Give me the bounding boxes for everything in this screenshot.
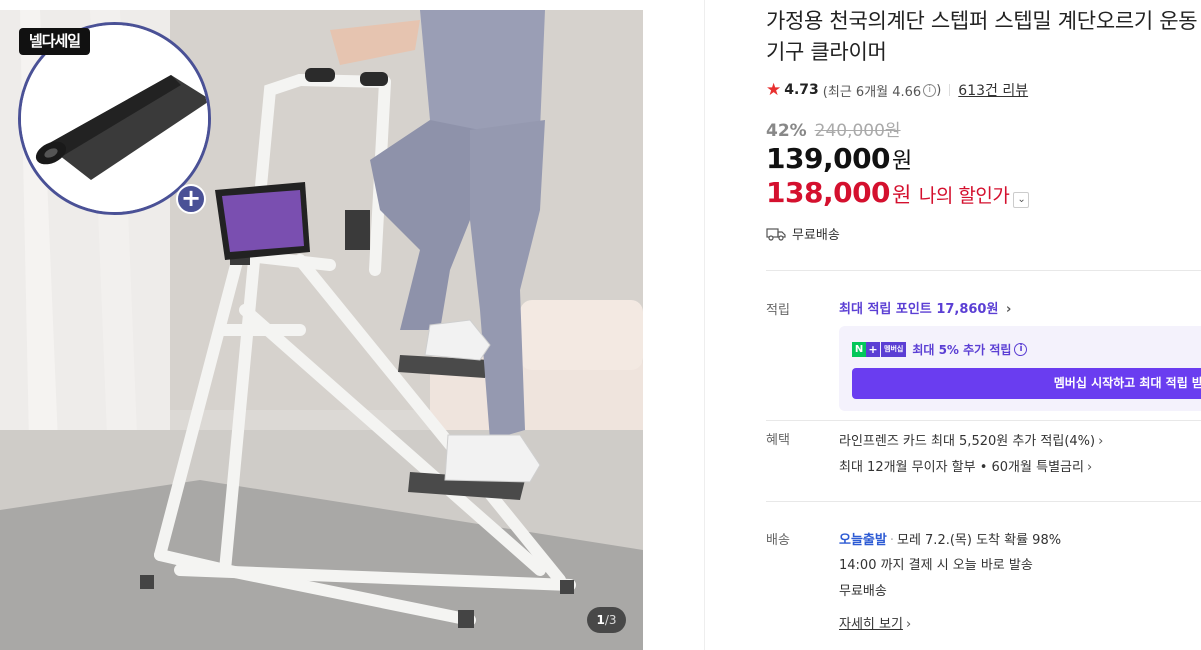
benefits-label: 혜택: [766, 433, 790, 448]
plus-icon[interactable]: +: [176, 184, 206, 214]
section-divider: [766, 501, 1201, 502]
membership-line: N + 멤버십 최대 5% 추가 적립 i: [852, 341, 1028, 358]
original-price: 240,000원: [814, 121, 901, 141]
separator: [949, 84, 951, 96]
recent-rating: (최근 6개월 4.66: [822, 84, 922, 100]
image-counter: 1/3: [587, 607, 626, 633]
sale-unit: 원: [892, 183, 911, 207]
max-point-text: 최대 적립 포인트: [839, 302, 932, 317]
detail-link-text: 자세히 보기: [839, 617, 903, 632]
today-dispatch-badge: 오늘출발: [839, 533, 887, 548]
chevron-right-icon: ›: [905, 617, 912, 632]
arrival-text: 모레 7.2.(목) 도착 확률 98%: [896, 533, 1062, 548]
price: 139,000: [766, 142, 891, 175]
sale-price: 138,000: [766, 176, 891, 209]
max-point-amount: 17,860원: [936, 302, 999, 317]
star-icon: ★: [766, 80, 782, 100]
counter-current: 1: [596, 613, 605, 627]
badge-text: 멤버십: [881, 342, 907, 357]
member-extra-text: 최대 5% 추가 적립: [912, 343, 1012, 357]
my-discount-price-row[interactable]: 138,000 원 나의 할인가 ⌄: [766, 176, 1030, 209]
panel-divider: [704, 0, 705, 650]
chevron-down-icon[interactable]: ⌄: [1013, 192, 1030, 208]
installment-link[interactable]: 최대 12개월 무이자 할부 • 60개월 특별금리 ›: [839, 456, 1092, 475]
rating-row: ★ 4.73 (최근 6개월 4.66 i ) 613건 리뷰: [766, 80, 1028, 100]
shipping-text: 무료배송: [792, 228, 840, 243]
info-icon[interactable]: i: [923, 83, 937, 97]
product-info-panel: 가정용 천국의계단 스텝퍼 스텝밀 계단오르기 운동기구 클라이머 ★ 4.73…: [766, 0, 1201, 650]
start-membership-button[interactable]: 멤버십 시작하고 최대 적립 받기: [852, 368, 1201, 399]
card-benefit-link[interactable]: 라인프렌즈 카드 최대 5,520원 추가 적립(4%) ›: [839, 430, 1103, 449]
recent-rating-close: ): [936, 82, 942, 98]
points-label: 적립: [766, 303, 790, 318]
review-count-link[interactable]: 613건 리뷰: [958, 80, 1028, 100]
card-benefit-text: 라인프렌즈 카드 최대 5,520원 추가 적립(4%): [839, 434, 1096, 449]
price-unit: 원: [892, 149, 912, 174]
cutoff-text: 14:00 까지 결제 시 오늘 바로 발송: [839, 558, 1033, 573]
membership-box: N + 멤버십 최대 5% 추가 적립 i 멤버십 시작하고 최대 적립 받기: [839, 326, 1201, 411]
badge-plus: +: [866, 342, 880, 357]
product-page: 넬다세일 + 1/3 가정용 천국의계단 스텝퍼 스텝밀 계단오르기 운동기구 …: [0, 0, 1201, 650]
delivery-fee: 무료배송: [839, 584, 887, 599]
chevron-right-icon: ›: [1005, 302, 1012, 317]
info-icon[interactable]: i: [1014, 343, 1028, 356]
separator-dot: ·: [889, 533, 894, 548]
discount-row: 42% 240,000원: [766, 116, 901, 141]
naver-plus-membership-icon: N + 멤버십: [852, 342, 907, 357]
sale-badge: 넬다세일: [19, 28, 90, 55]
delivery-detail-link[interactable]: 자세히 보기 ›: [839, 613, 911, 632]
price-row: 139,000원: [766, 142, 912, 175]
rating-score: 4.73: [784, 82, 819, 98]
delivery-label: 배송: [766, 533, 790, 548]
chevron-right-icon: ›: [1098, 434, 1104, 449]
section-divider: [766, 270, 1201, 271]
discount-percent: 42%: [766, 121, 807, 141]
chevron-right-icon: ›: [1086, 460, 1093, 475]
counter-total: /3: [604, 613, 617, 627]
installment-text: 최대 12개월 무이자 할부 • 60개월 특별금리: [839, 460, 1084, 475]
my-discount-label: 나의 할인가: [918, 185, 1010, 207]
badge-n: N: [852, 342, 866, 357]
delivery-arrival-row: 오늘출발 · 모레 7.2.(목) 도착 확률 98%: [839, 529, 1061, 548]
truck-icon: [766, 227, 786, 241]
product-image-gallery[interactable]: 넬다세일 + 1/3: [0, 10, 643, 650]
product-title: 가정용 천국의계단 스텝퍼 스텝밀 계단오르기 운동기구 클라이머: [766, 9, 1198, 64]
max-point-link[interactable]: 최대 적립 포인트 17,860원 ›: [839, 298, 1011, 317]
shipping-row: 무료배송: [766, 224, 840, 243]
section-divider: [766, 420, 1201, 421]
